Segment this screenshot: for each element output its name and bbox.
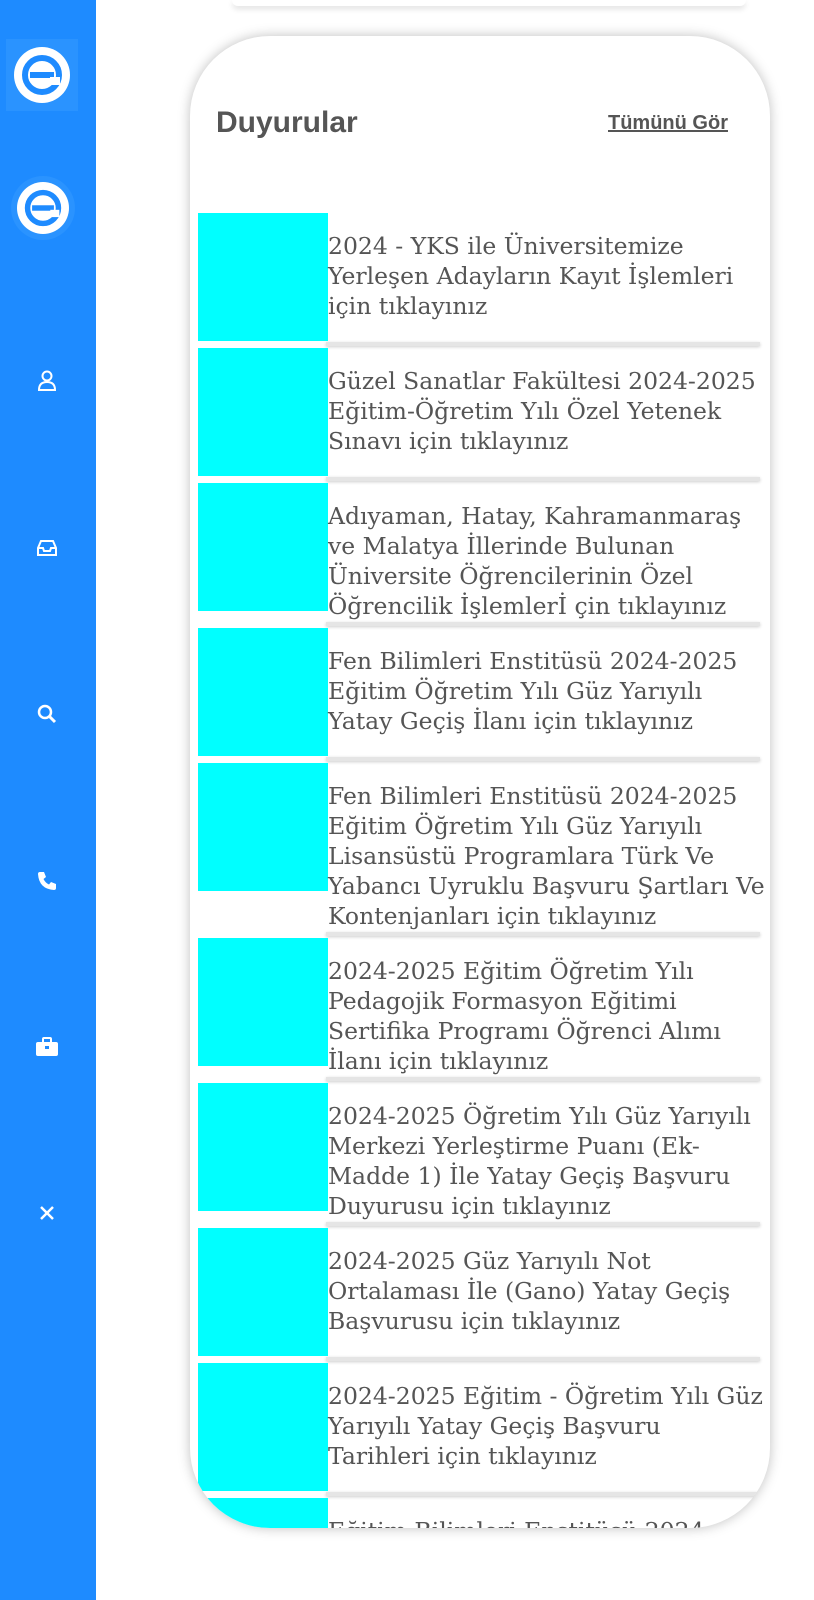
announcement-item[interactable]: Fen Bilimleri Enstitüsü 2024-2025 Eğitim… [198, 628, 770, 761]
announcement-text: 2024 - YKS ile Üniversitemize Yerleşen A… [328, 232, 734, 320]
announcement-text: 2024-2025 Öğretim Yılı Güz Yarıyılı Merk… [328, 1102, 751, 1220]
announcement-thumbnail [198, 938, 328, 1066]
announcement-item[interactable]: 2024-2025 Öğretim Yılı Güz Yarıyılı Merk… [198, 1083, 770, 1226]
announcement-item[interactable]: 2024-2025 Eğitim Öğretim Yılı Pedagojik … [198, 938, 770, 1081]
announcement-thumbnail [198, 763, 328, 891]
previous-card-edge [232, 0, 746, 6]
announcement-item[interactable]: 2024-2025 Eğitim - Öğretim Yılı Güz Yarı… [198, 1363, 770, 1496]
announcements-card: Duyurular Tümünü Gör 2024 - YKS ile Üniv… [190, 36, 770, 1528]
e-logo-icon [17, 182, 69, 234]
app-logo[interactable] [6, 39, 78, 111]
user-icon[interactable] [32, 366, 62, 396]
announcement-thumbnail [198, 1498, 328, 1528]
announcement-thumbnail [198, 1083, 328, 1211]
announcements-title: Duyurular [216, 106, 358, 139]
announcement-text: Adıyaman, Hatay, Kahramanmaraş ve Malaty… [328, 502, 742, 620]
announcement-text: 2024-2025 Eğitim - Öğretim Yılı Güz Yarı… [328, 1382, 763, 1470]
search-icon[interactable] [32, 699, 62, 729]
secondary-logo[interactable] [11, 176, 75, 240]
announcement-thumbnail [198, 1363, 328, 1491]
announcements-list: 2024 - YKS ile Üniversitemize Yerleşen A… [198, 213, 770, 1528]
announcement-text: Eğitim Bilimleri Enstitüsü 2024-2025 Eği… [328, 1498, 766, 1528]
e-logo-icon [14, 47, 70, 103]
announcement-item[interactable]: Eğitim Bilimleri Enstitüsü 2024-2025 Eği… [198, 1498, 770, 1528]
announcement-text: Fen Bilimleri Enstitüsü 2024-2025 Eğitim… [328, 782, 765, 930]
announcement-thumbnail [198, 348, 328, 476]
announcement-text: 2024-2025 Eğitim Öğretim Yılı Pedagojik … [328, 957, 721, 1075]
sidebar [0, 0, 96, 1600]
announcement-text: Güzel Sanatlar Fakültesi 2024-2025 Eğiti… [328, 367, 756, 455]
announcement-text: 2024-2025 Güz Yarıyılı Not Ortalaması İl… [328, 1247, 731, 1335]
see-all-link[interactable]: Tümünü Gör [608, 112, 728, 135]
announcement-item[interactable]: Fen Bilimleri Enstitüsü 2024-2025 Eğitim… [198, 763, 770, 936]
announcement-thumbnail [198, 1228, 328, 1356]
announcement-text: Fen Bilimleri Enstitüsü 2024-2025 Eğitim… [328, 647, 738, 735]
announcement-thumbnail [198, 213, 328, 341]
phone-icon[interactable] [32, 866, 62, 896]
announcement-thumbnail [198, 628, 328, 756]
announcement-item[interactable]: Güzel Sanatlar Fakültesi 2024-2025 Eğiti… [198, 348, 770, 481]
announcement-thumbnail [198, 483, 328, 611]
announcement-item[interactable]: Adıyaman, Hatay, Kahramanmaraş ve Malaty… [198, 483, 770, 626]
briefcase-icon[interactable] [32, 1032, 62, 1062]
announcement-item[interactable]: 2024 - YKS ile Üniversitemize Yerleşen A… [198, 213, 770, 346]
close-icon[interactable] [32, 1198, 62, 1228]
inbox-icon[interactable] [32, 533, 62, 563]
announcement-item[interactable]: 2024-2025 Güz Yarıyılı Not Ortalaması İl… [198, 1228, 770, 1361]
